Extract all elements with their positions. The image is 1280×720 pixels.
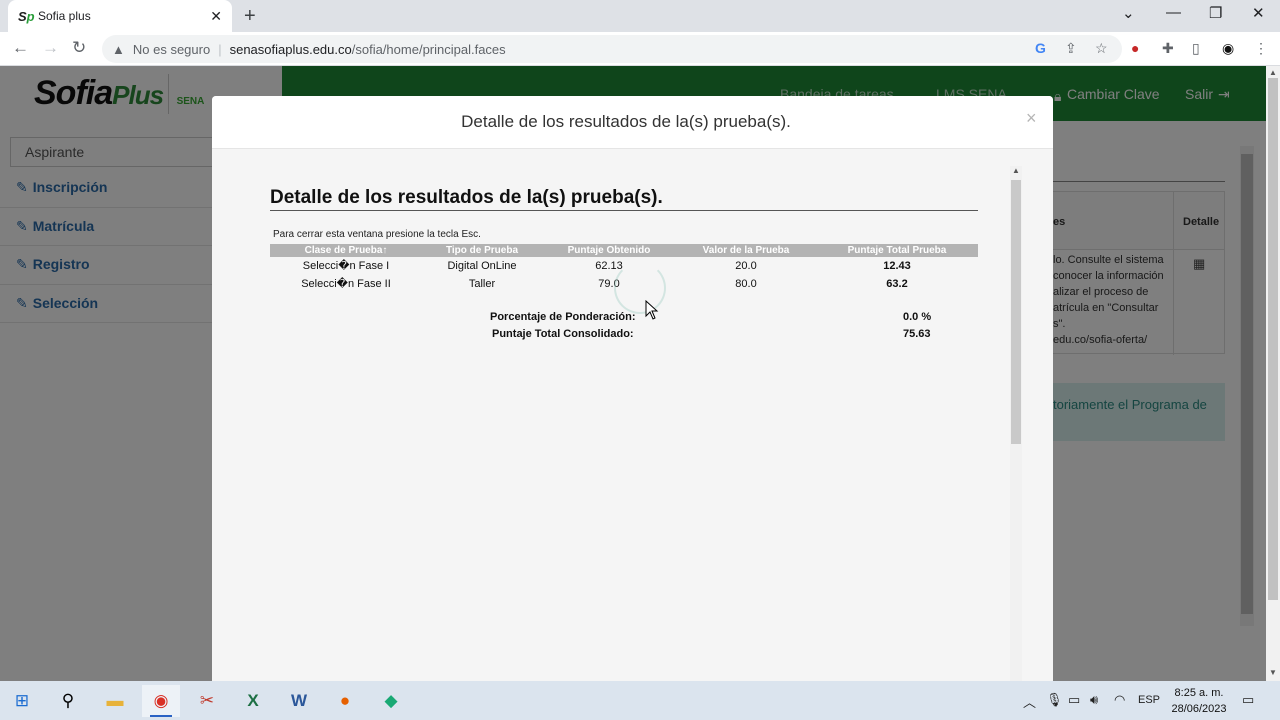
new-tab-button[interactable]: + (244, 5, 256, 28)
minimize-button[interactable]: — (1166, 4, 1181, 21)
search-icon[interactable]: ⚲ (49, 685, 87, 717)
consolidado-value: 75.63 (903, 328, 931, 340)
browser-toolbar: ← → ↻ ▲ No es seguro | senasofiaplus.edu… (0, 32, 1280, 66)
bookmark-star-icon[interactable]: ☆ (1095, 40, 1108, 57)
scroll-thumb[interactable] (1011, 180, 1021, 444)
excel-icon[interactable]: X (234, 685, 272, 717)
volume-icon[interactable]: 🔊︎ (1090, 692, 1098, 708)
warning-icon: ▲ (112, 41, 125, 57)
chrome-icon[interactable]: ◉ (142, 685, 180, 717)
url-host: senasofiaplus.edu.co (229, 41, 352, 57)
windows-start-icon[interactable]: ⊞ (3, 685, 41, 717)
restore-button[interactable]: ❐ (1209, 4, 1222, 22)
google-icon[interactable]: G (1035, 40, 1046, 56)
clock-date: 28/06/2023 (1171, 703, 1227, 715)
share-icon[interactable]: ⇪ (1065, 40, 1077, 57)
omnibox-divider: | (218, 41, 222, 57)
word-icon[interactable]: W (280, 685, 318, 717)
cell-valor: 80.0 (735, 278, 757, 290)
ponderacion-label: Porcentaje de Ponderación: (490, 311, 636, 323)
table-header-row: Clase de Prueba↑ Tipo de Prueba Puntaje … (270, 244, 978, 257)
mouse-cursor-icon (645, 300, 659, 320)
divider (270, 210, 978, 211)
cell-clase: Selecci�n Fase II (301, 278, 391, 290)
firefox-icon[interactable]: ● (326, 685, 364, 717)
battery-icon[interactable]: ▭ (1068, 692, 1080, 708)
modal-close-button[interactable]: × (1026, 108, 1037, 129)
consolidado-label: Puntaje Total Consolidado: (492, 328, 634, 340)
scroll-up-icon[interactable]: ▲ (1269, 68, 1277, 77)
clock[interactable]: 8:25 a. m. 28/06/2023 (1164, 685, 1234, 717)
browser-tab[interactable]: Sp Sofia plus ✕ (8, 0, 232, 32)
scroll-down-icon[interactable]: ▼ (1269, 668, 1277, 677)
file-explorer-icon[interactable]: ▬ (96, 685, 134, 717)
side-panel-icon[interactable]: ▯ (1192, 40, 1200, 57)
modal-frame: Detalle de los resultados de la(s) prueb… (258, 166, 1022, 681)
detail-heading: Detalle de los resultados de la(s) prueb… (270, 187, 663, 208)
scroll-up-icon[interactable]: ▲ (1012, 166, 1020, 175)
window-close-button[interactable]: ✕ (1252, 4, 1265, 22)
extension-abp-icon[interactable]: ● (1131, 40, 1139, 56)
col-clase-prueba[interactable]: Clase de Prueba↑ (270, 244, 422, 257)
snipping-tool-icon[interactable]: ✂ (188, 685, 226, 717)
reload-icon[interactable]: ↻ (72, 38, 86, 58)
address-bar[interactable]: ▲ No es seguro | senasofiaplus.edu.co /s… (102, 35, 1122, 63)
window-scrollbar[interactable]: ▲ ▼ (1266, 66, 1280, 681)
cell-valor: 20.0 (735, 260, 757, 272)
taskbar: ⊞ ⚲ ▬ ◉ ✂ X W ● ◆ ︿ 🎙︎ ▭ 🔊︎ ◠ ESP 8:25 a… (0, 681, 1280, 720)
esc-note: Para cerrar esta ventana presione la tec… (273, 229, 481, 240)
clock-time: 8:25 a. m. (1174, 687, 1224, 699)
microphone-icon[interactable]: 🎙︎ (1046, 692, 1063, 708)
col-valor-prueba: Valor de la Prueba (676, 244, 816, 257)
cell-tipo: Taller (468, 278, 496, 290)
col-tipo-prueba: Tipo de Prueba (422, 244, 542, 257)
tab-strip: Sp Sofia plus ✕ + ⌄ — ❐ ✕ (0, 0, 1280, 32)
sofia-favicon-icon: Sp (18, 8, 35, 24)
col-puntaje-obtenido: Puntaje Obtenido (542, 244, 676, 257)
tab-title: Sofia plus (38, 9, 91, 23)
ponderacion-value: 0.0 % (903, 311, 932, 323)
tab-close-button[interactable]: ✕ (210, 8, 222, 25)
puzzle-icon[interactable]: ✚ (1162, 40, 1174, 57)
cell-clase: Selecci�n Fase I (302, 260, 390, 272)
cell-total: 63.2 (886, 278, 908, 290)
wifi-icon[interactable]: ◠ (1114, 692, 1125, 708)
cell-tipo: Digital OnLine (447, 260, 517, 272)
notifications-icon[interactable]: ▭ (1242, 692, 1254, 708)
tab-search-icon[interactable]: ⌄ (1122, 4, 1135, 22)
modal-title: Detalle de los resultados de la(s) prueb… (461, 112, 791, 131)
col-puntaje-total: Puntaje Total Prueba (816, 244, 978, 257)
modal-header: Detalle de los resultados de la(s) prueb… (212, 96, 1053, 149)
kebab-menu-icon[interactable]: ⋮ (1254, 40, 1268, 57)
back-arrow-icon[interactable]: ← (12, 38, 29, 58)
url-path: /sofia/home/principal.faces (351, 41, 506, 57)
scroll-thumb[interactable] (1268, 78, 1278, 600)
frame-scrollbar[interactable]: ▲ (1010, 166, 1022, 681)
profile-icon[interactable]: ◉ (1222, 40, 1234, 57)
forward-arrow-icon[interactable]: → (42, 38, 59, 58)
tray-overflow-icon[interactable]: ︿ (1023, 692, 1036, 711)
results-modal: Detalle de los resultados de la(s) prueb… (212, 96, 1053, 681)
language-indicator[interactable]: ESP (1138, 694, 1160, 706)
security-label[interactable]: No es seguro (133, 42, 210, 57)
cell-total: 12.43 (883, 260, 911, 272)
app-icon[interactable]: ◆ (372, 685, 410, 717)
